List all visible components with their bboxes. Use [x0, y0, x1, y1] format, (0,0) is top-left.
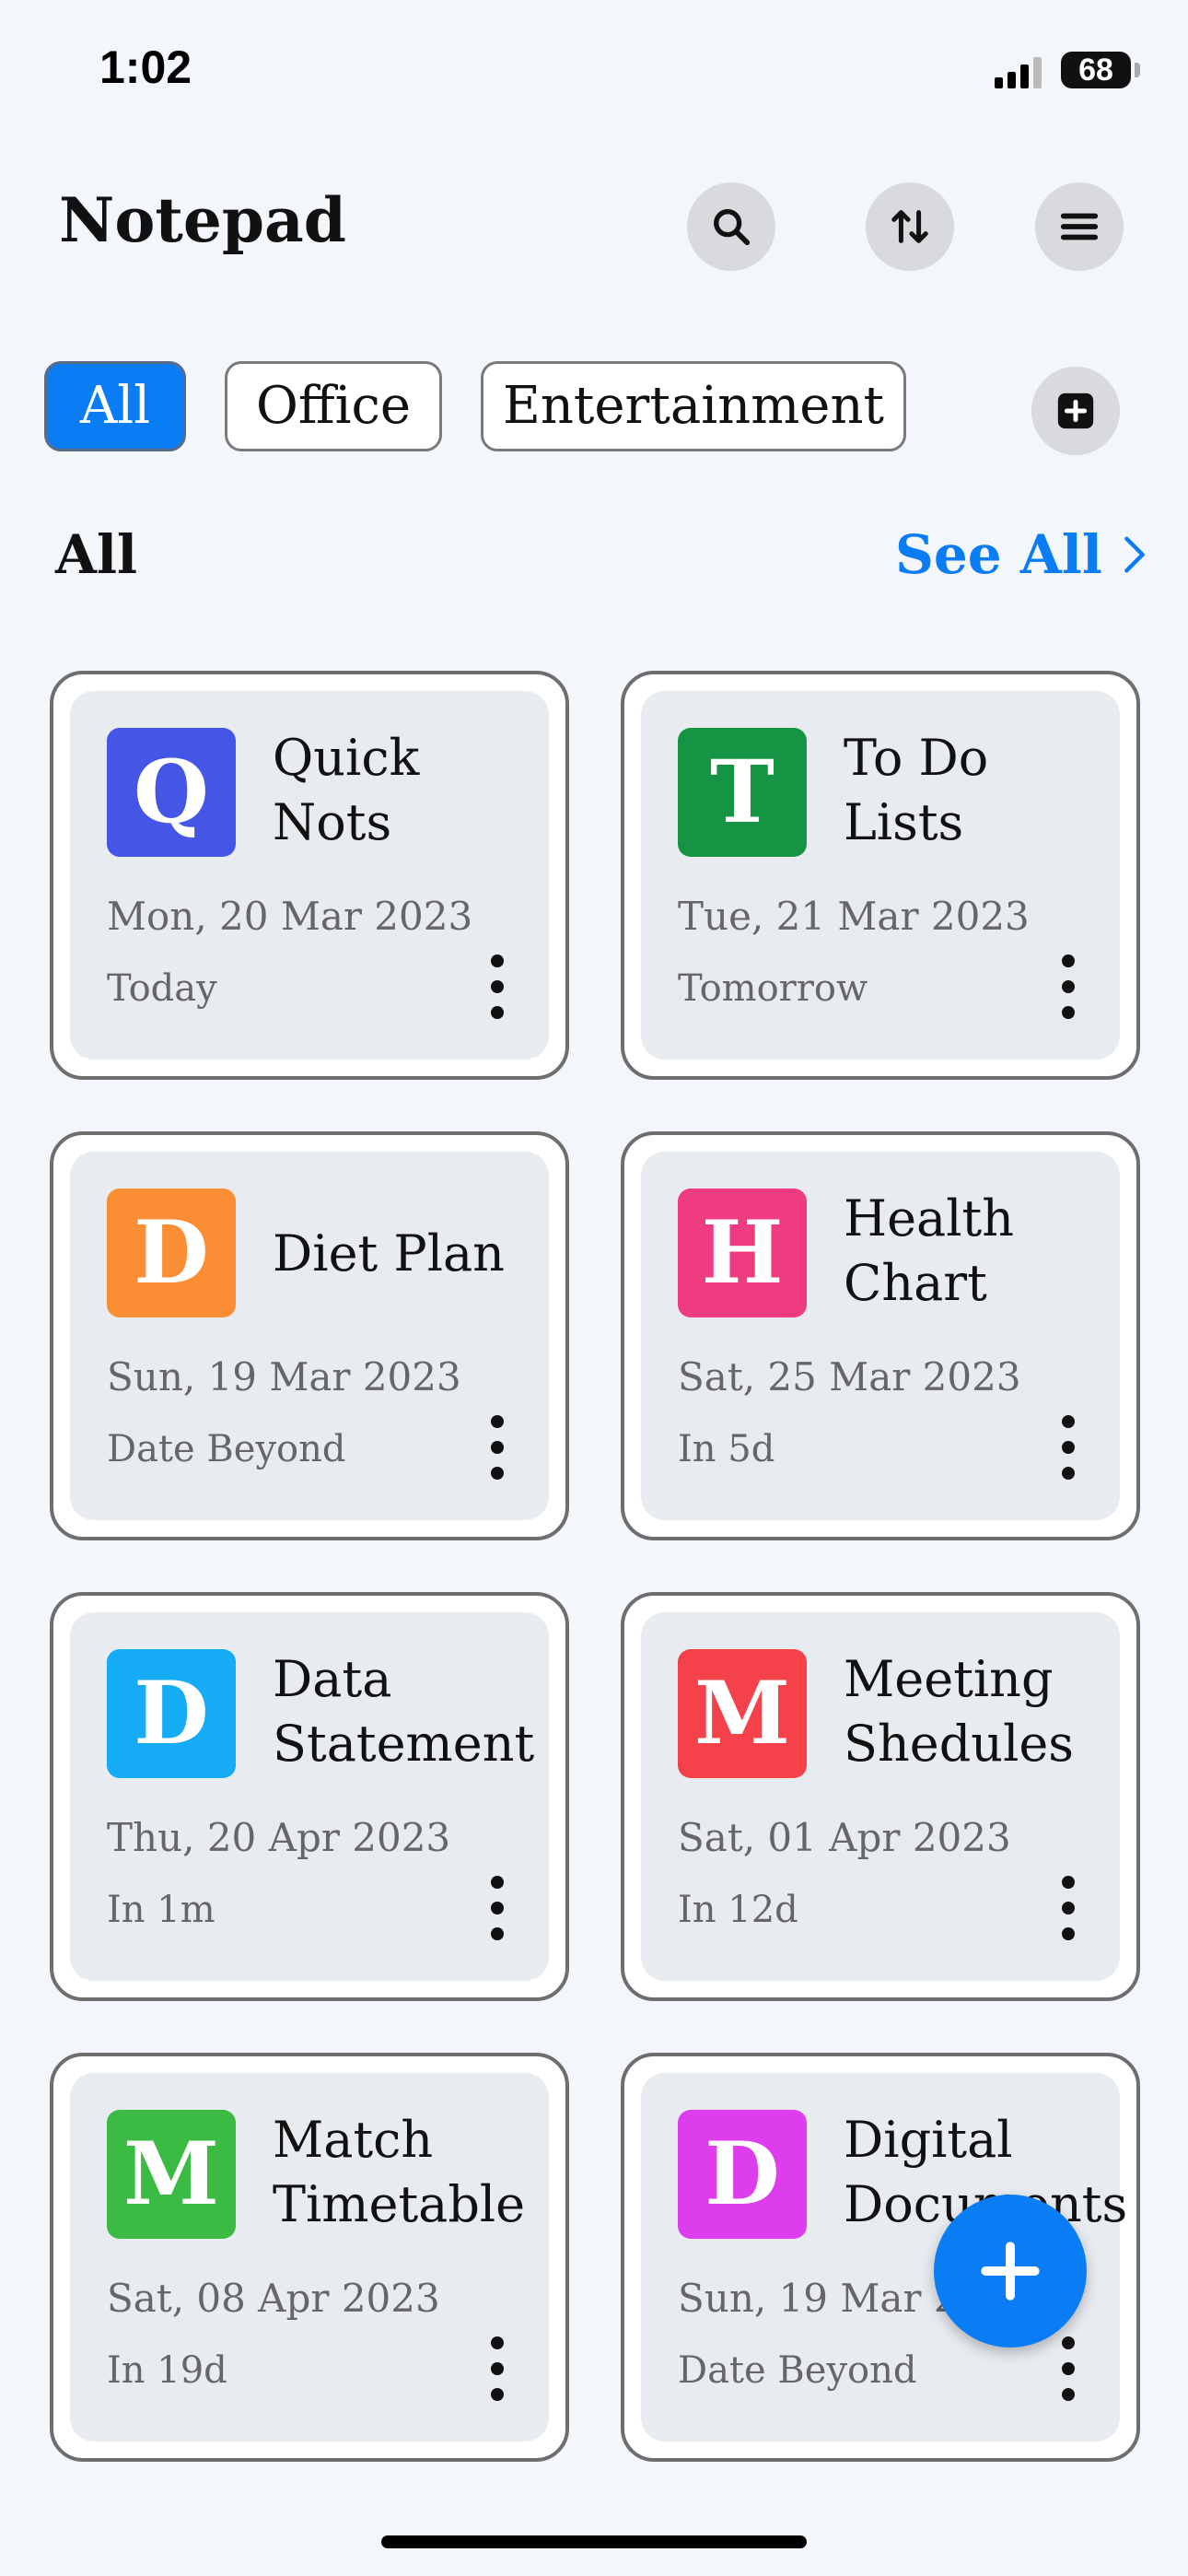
more-options-icon[interactable]	[479, 1415, 516, 1480]
more-options-icon[interactable]	[1050, 2336, 1087, 2401]
note-card[interactable]: Q Quick Nots Mon, 20 Mar 2023 Today	[50, 671, 569, 1080]
plus-icon	[981, 2242, 1040, 2301]
note-card[interactable]: H Health Chart Sat, 25 Mar 2023 In 5d	[621, 1131, 1140, 1540]
note-date: Sat, 01 Apr 2023	[678, 1815, 1011, 1860]
note-avatar: Q	[107, 728, 236, 857]
note-due-label: Tomorrow	[678, 967, 868, 1010]
note-due-label: In 19d	[107, 2349, 227, 2392]
see-all-link[interactable]: See All	[895, 523, 1147, 586]
sort-button[interactable]	[866, 182, 954, 271]
more-options-icon[interactable]	[479, 2336, 516, 2401]
note-card[interactable]: M Meeting Shedules Sat, 01 Apr 2023 In 1…	[621, 1592, 1140, 2001]
category-chip-entertainment[interactable]: Entertainment	[481, 361, 906, 451]
note-due-label: In 5d	[678, 1428, 775, 1470]
cellular-signal-icon	[995, 57, 1042, 88]
search-icon	[714, 209, 751, 246]
note-card-body: D Diet Plan Sun, 19 Mar 2023 Date Beyond	[70, 1152, 549, 1520]
note-date: Sat, 08 Apr 2023	[107, 2276, 440, 2321]
note-card-body: T To Do Lists Tue, 21 Mar 2023 Tomorrow	[641, 691, 1120, 1060]
note-avatar: D	[107, 1188, 236, 1317]
note-avatar: D	[107, 1649, 236, 1778]
note-avatar: D	[678, 2110, 807, 2239]
battery-tip	[1135, 63, 1140, 77]
note-date: Thu, 20 Apr 2023	[107, 1815, 451, 1860]
chevron-right-icon	[1124, 536, 1145, 573]
see-all-label: See All	[895, 523, 1102, 586]
note-card-body: H Health Chart Sat, 25 Mar 2023 In 5d	[641, 1152, 1120, 1520]
more-options-icon[interactable]	[479, 1876, 516, 1940]
add-note-button[interactable]	[934, 2195, 1087, 2348]
note-card[interactable]: M Match Timetable Sat, 08 Apr 2023 In 19…	[50, 2053, 569, 2462]
note-date: Mon, 20 Mar 2023	[107, 894, 473, 939]
note-card-body: D Data Statement Thu, 20 Apr 2023 In 1m	[70, 1612, 549, 1981]
note-avatar: T	[678, 728, 807, 857]
note-title: Match Timetable	[273, 2111, 526, 2233]
status-time: 1:02	[99, 41, 192, 93]
note-card-body: Q Quick Nots Mon, 20 Mar 2023 Today	[70, 691, 549, 1060]
note-due-label: Date Beyond	[107, 1428, 346, 1470]
note-avatar: H	[678, 1188, 807, 1317]
note-card-body: M Meeting Shedules Sat, 01 Apr 2023 In 1…	[641, 1612, 1120, 1981]
more-options-icon[interactable]	[479, 954, 516, 1019]
add-square-icon	[1057, 392, 1094, 429]
note-title: Meeting Shedules	[844, 1650, 1075, 1773]
note-due-label: Date Beyond	[678, 2349, 917, 2392]
more-options-icon[interactable]	[1050, 1415, 1087, 1480]
note-card[interactable]: D Data Statement Thu, 20 Apr 2023 In 1m	[50, 1592, 569, 2001]
note-title: Quick Nots	[273, 729, 420, 851]
note-due-label: In 12d	[678, 1889, 798, 1931]
app-title: Notepad	[59, 184, 346, 256]
note-due-label: Today	[107, 967, 217, 1010]
note-date: Tue, 21 Mar 2023	[678, 894, 1030, 939]
note-avatar: M	[678, 1649, 807, 1778]
search-button[interactable]	[687, 182, 775, 271]
note-title: To Do Lists	[844, 729, 989, 851]
home-indicator[interactable]	[381, 2535, 807, 2548]
note-title: Data Statement	[273, 1650, 535, 1773]
note-card[interactable]: T To Do Lists Tue, 21 Mar 2023 Tomorrow	[621, 671, 1140, 1080]
more-options-icon[interactable]	[1050, 954, 1087, 1019]
note-date: Sat, 25 Mar 2023	[678, 1354, 1021, 1399]
status-bar: 1:02 68	[0, 0, 1188, 138]
note-card[interactable]: D Diet Plan Sun, 19 Mar 2023 Date Beyond	[50, 1131, 569, 1540]
section-title: All	[55, 523, 138, 586]
category-chip-office[interactable]: Office	[225, 361, 442, 451]
sort-arrows-icon	[891, 210, 928, 243]
category-chip-all[interactable]: All	[44, 361, 186, 451]
note-due-label: In 1m	[107, 1889, 215, 1931]
add-category-button[interactable]	[1031, 367, 1120, 455]
note-title: Health Chart	[844, 1189, 1014, 1312]
menu-button[interactable]	[1035, 182, 1124, 271]
note-date: Sun, 19 Mar 2023	[107, 1354, 461, 1399]
note-title: Diet Plan	[273, 1224, 505, 1282]
more-options-icon[interactable]	[1050, 1876, 1087, 1940]
battery-icon: 68	[1061, 52, 1131, 88]
hamburger-menu-icon	[1060, 213, 1099, 240]
note-card-body: M Match Timetable Sat, 08 Apr 2023 In 19…	[70, 2073, 549, 2441]
note-avatar: M	[107, 2110, 236, 2239]
